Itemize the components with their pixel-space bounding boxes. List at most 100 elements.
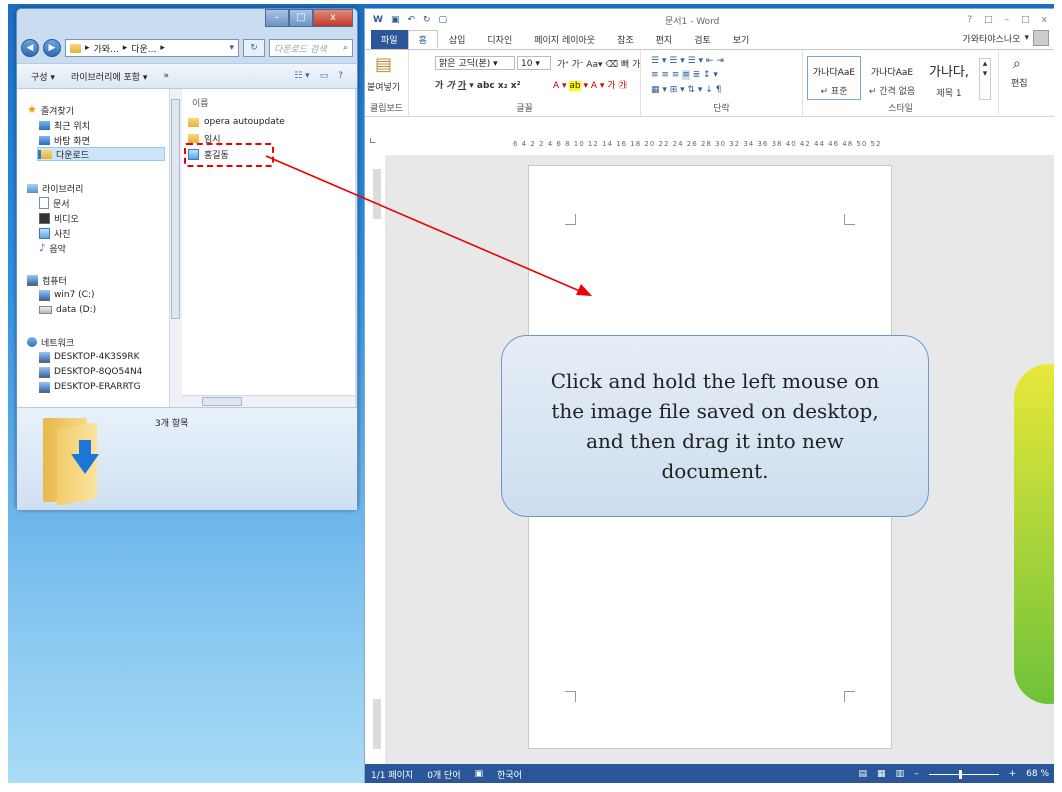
scroll-thumb[interactable] bbox=[171, 99, 180, 319]
breadcrumb-item[interactable]: 가와... bbox=[94, 42, 119, 55]
drive-c-icon bbox=[39, 289, 50, 301]
nav-favorites[interactable]: ★ 즐겨찾기 bbox=[27, 103, 74, 117]
tab-insert[interactable]: 삽입 bbox=[438, 33, 477, 49]
nav-network[interactable]: 네트워크 bbox=[27, 335, 74, 349]
format-buttons[interactable]: 가 가 가 ▾ abc x₂ x² bbox=[435, 78, 521, 91]
nav-desktop[interactable]: 바탕 화면 bbox=[39, 133, 90, 147]
color-buttons[interactable]: A ▾ ab ▾ A ▾ 가 ㉮ bbox=[553, 78, 627, 91]
print-layout-icon[interactable]: ▦ bbox=[877, 769, 886, 779]
paste-icon[interactable]: ▤ bbox=[375, 54, 392, 75]
style-sample: 가나다AaE bbox=[812, 68, 856, 78]
nav-documents[interactable]: 문서 bbox=[39, 196, 70, 210]
nav-computer[interactable]: 컴퓨터 bbox=[27, 273, 67, 287]
font-name-select[interactable]: 맑은 고딕(본) ▾ bbox=[435, 56, 515, 70]
zoom-in-button[interactable]: + bbox=[1009, 769, 1017, 779]
editing-group[interactable]: ⌕ 편집 bbox=[999, 50, 1045, 116]
font-size-select[interactable]: 10 ▾ bbox=[517, 56, 551, 70]
tab-review[interactable]: 검토 bbox=[683, 33, 722, 49]
tab-design[interactable]: 디자인 bbox=[476, 33, 523, 49]
folder-icon bbox=[188, 117, 199, 127]
nav-label: 다운로드 bbox=[56, 150, 90, 161]
grow-font-icon[interactable]: 가ᐩ 가ᐨ Aa▾ ⌫ 뻐 가 bbox=[557, 57, 640, 70]
preview-pane-icon[interactable]: ▭ bbox=[320, 71, 329, 81]
folder-icon bbox=[70, 43, 81, 53]
address-box[interactable]: ▸ 가와... ▸ 다운... ▸ ▾ bbox=[65, 39, 239, 57]
nav-label: 네트워크 bbox=[41, 338, 75, 349]
column-header-name[interactable]: 이름 bbox=[192, 95, 209, 109]
new-document-icon[interactable]: ▢ bbox=[439, 15, 448, 25]
maximize-button[interactable]: □ bbox=[289, 9, 313, 27]
proofing-icon[interactable]: ▣ bbox=[475, 769, 484, 779]
ribbon-display-icon[interactable]: □ bbox=[984, 15, 993, 25]
paste-button[interactable]: 붙여넣기 bbox=[367, 80, 400, 93]
nav-net-computer[interactable]: DESKTOP-4K3S9RK bbox=[39, 350, 140, 364]
read-mode-icon[interactable]: ▤ bbox=[859, 769, 868, 779]
web-layout-icon[interactable]: ▥ bbox=[896, 769, 905, 779]
minimize-button[interactable]: – bbox=[1005, 15, 1010, 25]
tab-references[interactable]: 참조 bbox=[606, 33, 645, 49]
font-group: 맑은 고딕(본) ▾ 10 ▾ 가ᐩ 가ᐨ Aa▾ ⌫ 뻐 가 가 가 가 ▾ … bbox=[409, 50, 641, 116]
save-icon[interactable]: ▣ bbox=[391, 15, 400, 25]
ruler-tab-selector[interactable]: ∟ bbox=[369, 137, 377, 147]
refresh-icon[interactable]: ↻ bbox=[243, 39, 265, 57]
minimize-button[interactable]: – bbox=[265, 9, 289, 27]
help-icon[interactable]: ? bbox=[967, 15, 972, 25]
nav-net-computer[interactable]: DESKTOP-8QO54N4 bbox=[39, 365, 142, 379]
page-count[interactable]: 1/1 페이지 bbox=[371, 768, 413, 781]
style-no-spacing[interactable]: 가나다AaE ↵ 간격 없음 bbox=[863, 56, 921, 100]
word-titlebar[interactable]: W ▣ ↶ ↻ ▢ 문서1 - Word ? □ – □ x bbox=[365, 9, 1054, 31]
zoom-level[interactable]: 68 % bbox=[1026, 769, 1049, 779]
styles-scroll[interactable]: ▴ ▾ bbox=[979, 58, 991, 100]
word-count[interactable]: 0개 단어 bbox=[427, 768, 460, 781]
scroll-thumb[interactable] bbox=[202, 397, 242, 406]
nav-pictures[interactable]: 사진 bbox=[39, 226, 71, 240]
nav-videos[interactable]: 비디오 bbox=[39, 211, 79, 225]
pictures-icon bbox=[39, 227, 50, 239]
explorer-titlebar[interactable]: – □ x bbox=[17, 9, 357, 31]
forward-button[interactable]: ▶ bbox=[43, 39, 61, 57]
nav-recent[interactable]: 최근 위치 bbox=[39, 118, 90, 132]
list-icons[interactable]: ☰ ▾ ☰ ▾ ☰ ▾ ⇤ ⇥ bbox=[651, 56, 724, 66]
tab-home[interactable]: 홈 bbox=[407, 30, 438, 49]
shading-icons[interactable]: ▦ ▾ ⊞ ▾ ⇅ ▾ ↓ ¶ bbox=[651, 85, 721, 95]
zoom-out-button[interactable]: – bbox=[914, 769, 919, 779]
nav-drive-d[interactable]: data (D:) bbox=[39, 303, 96, 317]
close-button[interactable]: x bbox=[313, 9, 353, 27]
view-icon[interactable]: ☷ ▾ bbox=[294, 71, 309, 81]
redo-icon[interactable]: ↻ bbox=[423, 15, 431, 25]
vertical-ruler[interactable] bbox=[371, 169, 383, 749]
more-button[interactable]: » bbox=[163, 71, 169, 81]
nav-net-computer[interactable]: DESKTOP-ERARRTG bbox=[39, 380, 141, 394]
tab-mailings[interactable]: 편지 bbox=[645, 33, 684, 49]
nav-label: 비디오 bbox=[54, 214, 79, 225]
zoom-slider[interactable] bbox=[928, 769, 999, 779]
nav-drive-c[interactable]: win7 (C:) bbox=[39, 288, 95, 302]
nav-downloads[interactable]: 다운로드 bbox=[37, 147, 165, 161]
nav-music[interactable]: ♪ 음악 bbox=[39, 241, 66, 255]
help-icon[interactable]: ? bbox=[338, 71, 343, 81]
nav-libraries[interactable]: 라이브러리 bbox=[27, 181, 83, 195]
undo-icon[interactable]: ↶ bbox=[407, 15, 415, 25]
language[interactable]: 한국어 bbox=[497, 768, 522, 781]
tab-file[interactable]: 파일 bbox=[371, 30, 408, 49]
back-button[interactable]: ◀ bbox=[21, 39, 39, 57]
tab-layout[interactable]: 페이지 레이아웃 bbox=[523, 33, 606, 49]
nav-label: data (D:) bbox=[56, 305, 97, 315]
style-normal[interactable]: 가나다AaE ↵ 표준 bbox=[807, 56, 861, 100]
search-input[interactable]: 다운로드 검색 ⌕ bbox=[269, 39, 353, 57]
breadcrumb-item[interactable]: 다운... bbox=[131, 42, 156, 55]
explorer-toolbar: 구성 ▾ 라이브러리에 포함 ▾ » ☷ ▾ ▭ ? bbox=[17, 63, 357, 89]
align-icons[interactable]: ≡ ≡ ≡ ≡ ≣ ↕ ▾ bbox=[651, 70, 718, 80]
nav-scrollbar[interactable] bbox=[169, 89, 182, 407]
downloads-folder-icon bbox=[38, 149, 52, 159]
account-menu[interactable]: 가와타야스나오 ▾ bbox=[963, 30, 1049, 49]
style-heading1[interactable]: 가나다, 제목 1 bbox=[923, 56, 975, 100]
tab-view[interactable]: 보기 bbox=[722, 33, 761, 49]
list-item[interactable]: opera autoupdate bbox=[188, 115, 285, 129]
close-button[interactable]: x bbox=[1042, 15, 1047, 25]
organize-button[interactable]: 구성 ▾ bbox=[31, 70, 55, 83]
horizontal-ruler[interactable]: 6 4 2 2 4 6 8 10 12 14 16 18 20 22 24 26… bbox=[513, 137, 883, 151]
file-list: 이름 opera autoupdate 임시 홍길동 bbox=[182, 89, 355, 407]
include-library-button[interactable]: 라이브러리에 포함 ▾ bbox=[71, 70, 147, 83]
maximize-button[interactable]: □ bbox=[1021, 15, 1030, 25]
